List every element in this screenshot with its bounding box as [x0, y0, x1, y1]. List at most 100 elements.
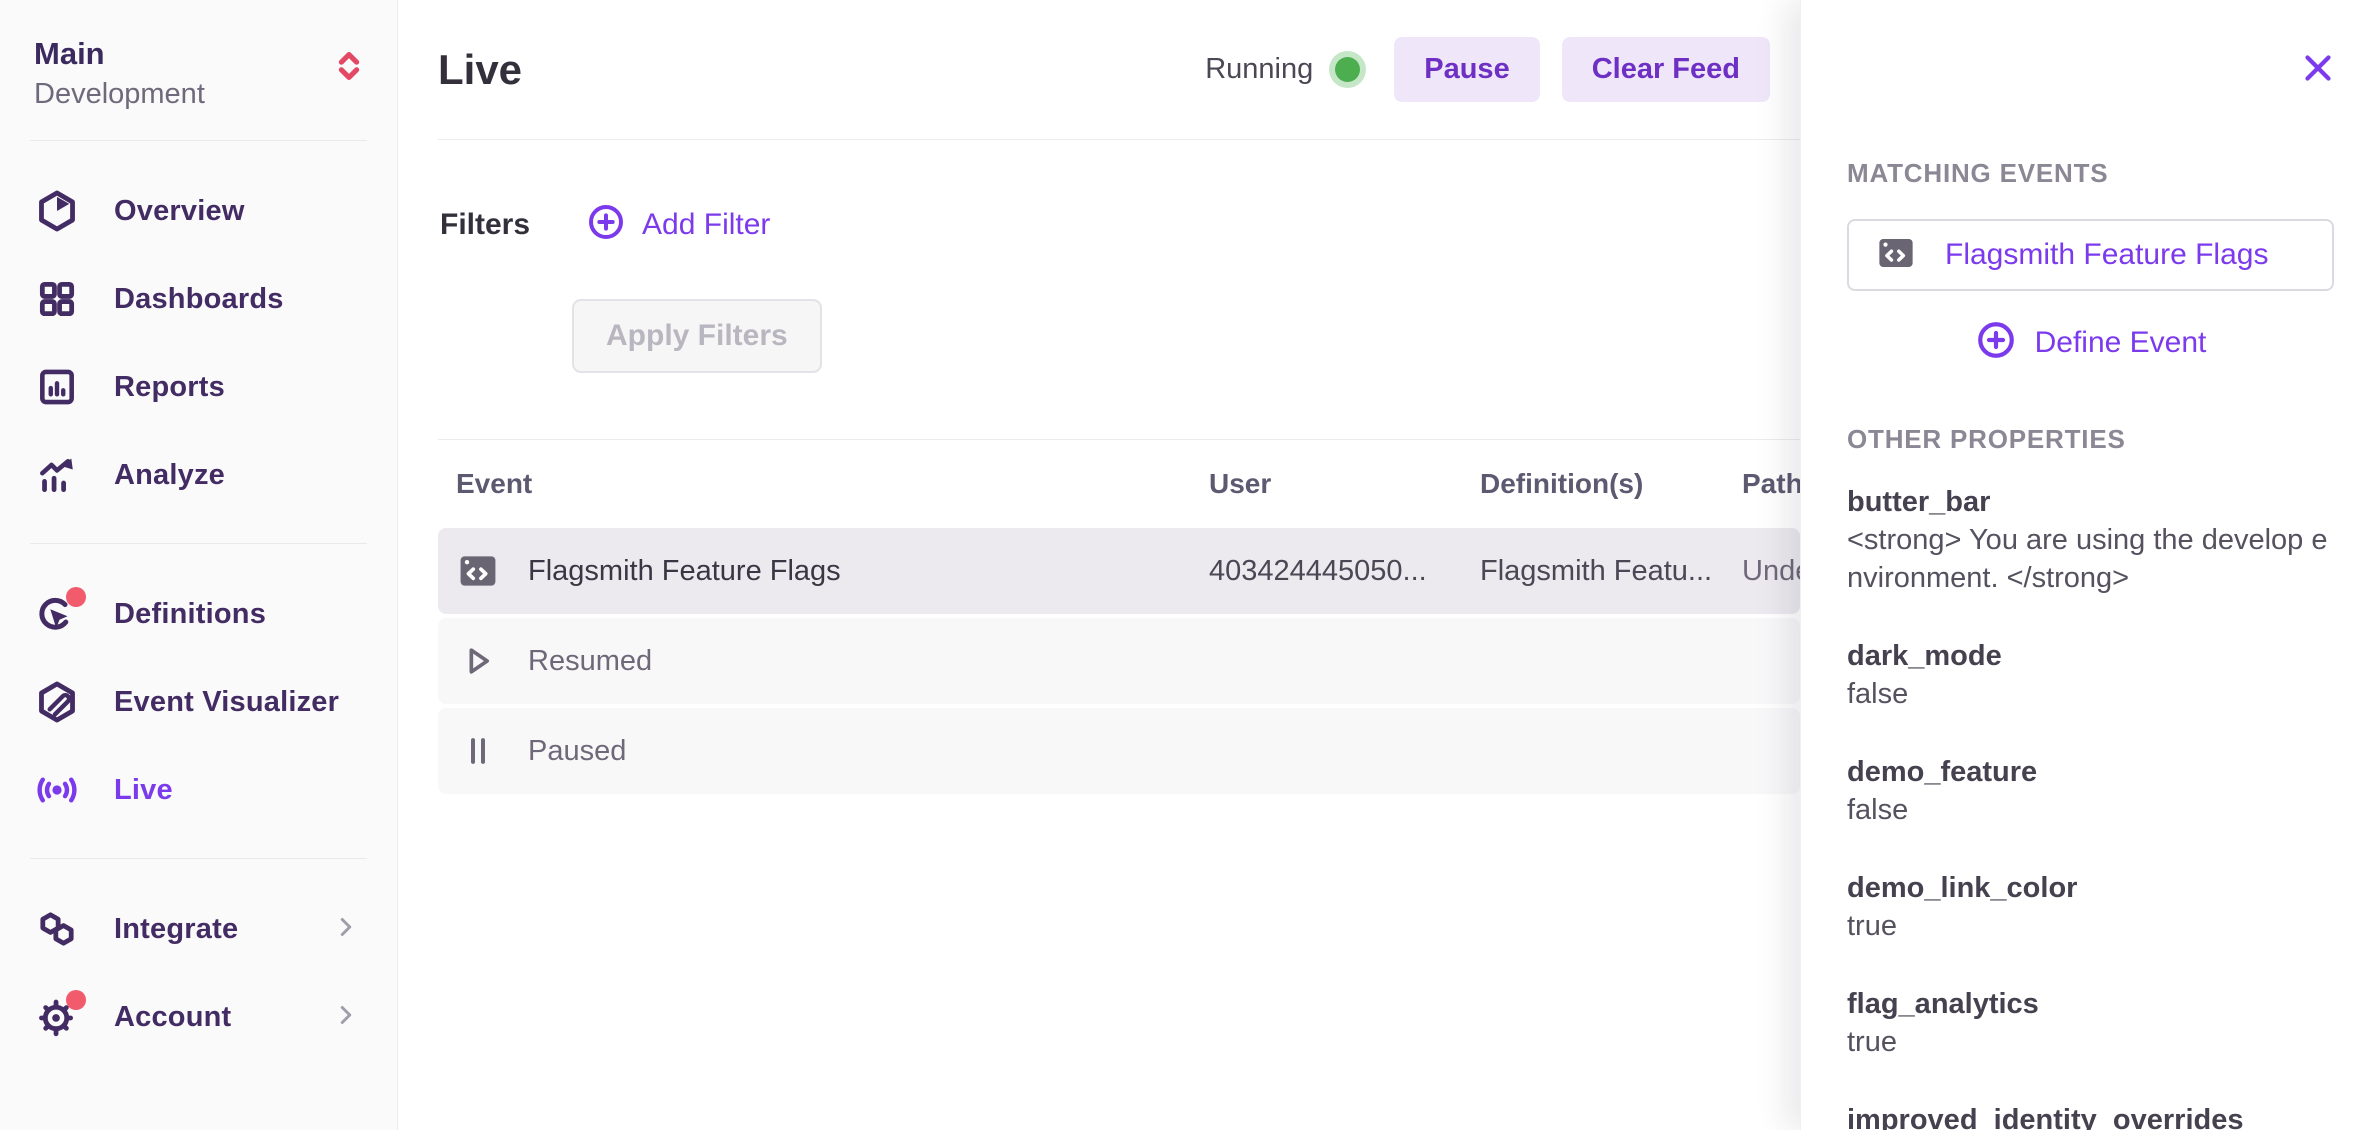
code-window-icon — [456, 549, 500, 593]
property-item: butter_bar <strong> You are using the de… — [1847, 483, 2334, 597]
event-visualizer-icon — [34, 679, 80, 725]
property-item: dark_mode false — [1847, 637, 2334, 713]
feed-table-header: Event User Definition(s) Path — [438, 440, 1800, 528]
definitions-icon — [34, 591, 80, 637]
event-name: Resumed — [528, 645, 652, 678]
sidebar-item-definitions[interactable]: Definitions — [30, 570, 367, 658]
property-value: <strong> You are using the develop envir… — [1847, 521, 2334, 597]
column-header-definitions: Definition(s) — [1480, 468, 1742, 500]
sidebar-item-overview[interactable]: Overview — [30, 167, 367, 255]
sidebar-item-label: Dashboards — [114, 283, 284, 316]
table-row[interactable]: Flagsmith Feature Flags 403424445050... … — [438, 528, 1800, 614]
sidebar-item-account[interactable]: Account — [30, 973, 367, 1061]
sort-updown-icon[interactable] — [335, 48, 363, 89]
table-row[interactable]: Paused — [438, 708, 1800, 794]
page-title: Live — [438, 46, 522, 94]
clear-feed-button[interactable]: Clear Feed — [1562, 37, 1770, 102]
define-event-button[interactable]: Define Event — [1847, 319, 2334, 366]
plus-circle-icon — [586, 202, 626, 247]
sidebar-item-integrate[interactable]: Integrate — [30, 885, 367, 973]
pause-button[interactable]: Pause — [1394, 37, 1539, 102]
reports-icon — [34, 364, 80, 410]
matching-event-name: Flagsmith Feature Flags — [1945, 238, 2268, 272]
sidebar-item-label: Event Visualizer — [114, 686, 339, 719]
sidebar-item-label: Definitions — [114, 598, 266, 631]
sidebar-item-analyze[interactable]: Analyze — [30, 431, 367, 519]
property-name: dark_mode — [1847, 637, 2334, 675]
notification-dot — [66, 587, 86, 607]
sidebar-section-settings: Integrate Account — [30, 859, 367, 1085]
property-value: true — [1847, 907, 2334, 945]
integrate-icon — [34, 906, 80, 952]
event-name: Paused — [528, 735, 626, 768]
sidebar-item-event-visualizer[interactable]: Event Visualizer — [30, 658, 367, 746]
property-name: butter_bar — [1847, 483, 2334, 521]
code-window-icon — [1875, 232, 1917, 279]
property-item: demo_feature false — [1847, 753, 2334, 829]
app-window: Main Development Overview Dashboards — [0, 0, 2380, 1130]
add-filter-label: Add Filter — [642, 208, 770, 242]
pause-bars-icon — [456, 729, 500, 773]
workspace-switcher[interactable]: Main Development — [30, 28, 367, 141]
sidebar-item-label: Overview — [114, 195, 245, 228]
analyze-icon — [34, 452, 80, 498]
feed-status-label: Running — [1205, 53, 1313, 86]
property-name: improved_identity_overrides — [1847, 1101, 2334, 1130]
header-actions: Running Pause Clear Feed — [1205, 37, 1770, 102]
notification-dot — [66, 990, 86, 1010]
environment-name: Development — [34, 74, 205, 114]
live-icon — [34, 767, 80, 813]
matching-events-label: MATCHING EVENTS — [1847, 158, 2334, 189]
sidebar-item-label: Analyze — [114, 459, 225, 492]
sidebar-item-label: Reports — [114, 371, 225, 404]
property-value: false — [1847, 791, 2334, 829]
user-cell: 403424445050... — [1209, 555, 1480, 588]
property-name: demo_feature — [1847, 753, 2334, 791]
sidebar-item-reports[interactable]: Reports — [30, 343, 367, 431]
workspace-names: Main Development — [34, 34, 205, 114]
main-content: Live Running Pause Clear Feed Filters Ad… — [398, 0, 1800, 1130]
close-icon[interactable] — [2300, 50, 2336, 86]
sidebar-section-analytics: Overview Dashboards Reports Analyze — [30, 141, 367, 544]
chevron-right-icon — [331, 1000, 361, 1035]
sidebar: Main Development Overview Dashboards — [0, 0, 398, 1130]
project-name: Main — [34, 34, 205, 74]
sidebar-item-label: Account — [114, 1001, 231, 1034]
matching-event-item[interactable]: Flagsmith Feature Flags — [1847, 219, 2334, 291]
sidebar-item-dashboards[interactable]: Dashboards — [30, 255, 367, 343]
plus-circle-icon — [1975, 319, 2017, 366]
column-header-user: User — [1209, 468, 1480, 500]
column-header-event: Event — [456, 468, 1209, 500]
table-row[interactable]: Resumed — [438, 618, 1800, 704]
definitions-cell: Flagsmith Featu... — [1480, 555, 1742, 588]
event-details-panel: MATCHING EVENTS Flagsmith Feature Flags … — [1800, 0, 2380, 1130]
sidebar-item-label: Integrate — [114, 913, 238, 946]
properties-list: butter_bar <strong> You are using the de… — [1847, 483, 2334, 1130]
dashboards-icon — [34, 276, 80, 322]
property-value: true — [1847, 1023, 2334, 1061]
property-value: false — [1847, 675, 2334, 713]
property-name: flag_analytics — [1847, 985, 2334, 1023]
overview-icon — [34, 188, 80, 234]
filters-block: Filters Add Filter Apply Filters — [438, 140, 1800, 440]
property-name: demo_link_color — [1847, 869, 2334, 907]
define-event-label: Define Event — [2035, 326, 2207, 360]
property-item: improved_identity_overrides false — [1847, 1101, 2334, 1130]
play-icon — [456, 639, 500, 683]
filters-label: Filters — [440, 208, 530, 242]
chevron-right-icon — [331, 912, 361, 947]
running-status-dot — [1335, 57, 1360, 82]
other-properties-label: OTHER PROPERTIES — [1847, 424, 2334, 455]
page-header: Live Running Pause Clear Feed — [438, 0, 1800, 140]
apply-filters-button[interactable]: Apply Filters — [572, 299, 822, 373]
sidebar-section-data: Definitions Event Visualizer Live — [30, 544, 367, 859]
path-cell: Unde — [1742, 555, 1800, 588]
column-header-path: Path — [1742, 468, 1803, 500]
property-item: demo_link_color true — [1847, 869, 2334, 945]
add-filter-button[interactable]: Add Filter — [586, 202, 770, 247]
sidebar-item-live[interactable]: Live — [30, 746, 367, 834]
property-item: flag_analytics true — [1847, 985, 2334, 1061]
event-name: Flagsmith Feature Flags — [528, 555, 841, 588]
sidebar-item-label: Live — [114, 774, 173, 807]
account-gear-icon — [34, 994, 80, 1040]
